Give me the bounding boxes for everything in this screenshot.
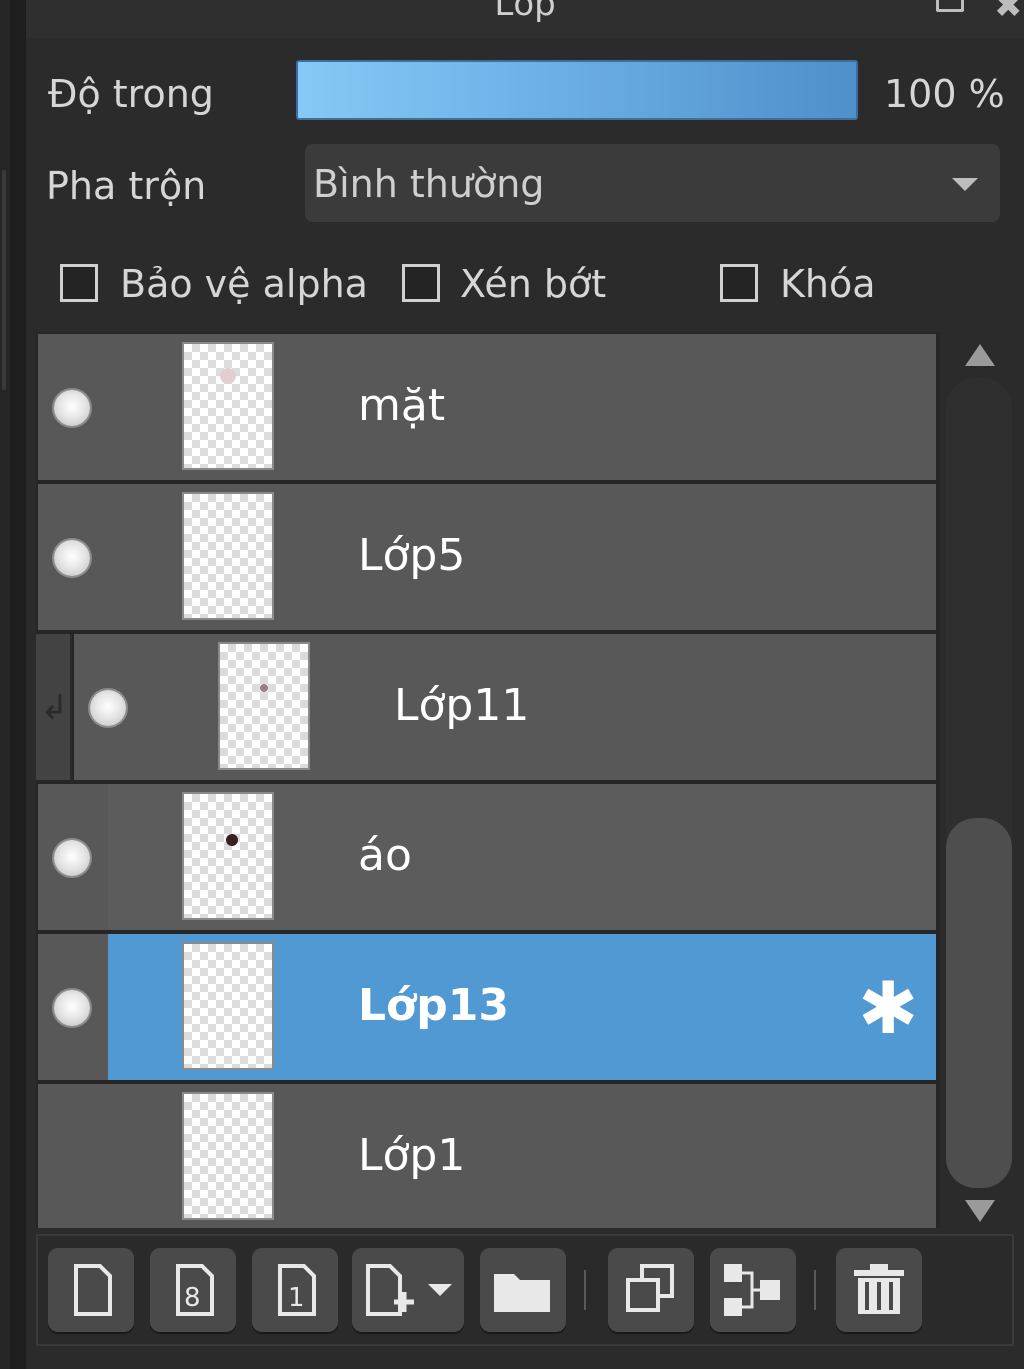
toolbar-separator [584,1270,586,1310]
svg-text:8: 8 [184,1283,201,1313]
layer-name: Lớp11 [394,680,530,731]
new-8bit-layer-icon: 8 [176,1264,214,1316]
lock-label: Khóa [780,262,876,306]
add-layer-dropdown-button[interactable] [352,1248,464,1332]
opacity-slider[interactable] [296,60,858,120]
visibility-toggle[interactable] [90,690,126,726]
new-layer-icon [74,1264,112,1316]
add-layer-dropdown-icon [366,1264,452,1316]
new-1bit-layer-button[interactable]: 1 [252,1248,338,1332]
merge-down-icon [724,1264,780,1316]
clipping-checkbox[interactable] [402,264,440,302]
gear-icon[interactable]: ✱ [858,972,918,1044]
new-layer-button[interactable] [48,1248,134,1332]
layer-row-selected[interactable]: Lớp13 ✱ [38,934,936,1080]
layer-row[interactable]: ↲ Lớp11 [36,634,936,780]
duplicate-layer-button[interactable] [608,1248,694,1332]
layer-list: mặt Lớp5 ↲ Lớp11 áo Lớp13 ✱ Lớp1 [36,332,940,1228]
layer-name: Lớp13 [358,980,509,1031]
delete-layer-button[interactable] [836,1248,922,1332]
opacity-label: Độ trong [48,72,214,116]
visibility-toggle[interactable] [54,540,90,576]
clip-indicator: ↲ [36,634,72,780]
layer-row[interactable]: áo [38,784,936,930]
chevron-down-icon [952,178,978,191]
folder-icon [494,1274,550,1312]
duplicate-layer-icon [626,1264,674,1312]
float-icon[interactable] [936,0,964,12]
layer-name: áo [358,830,412,881]
panel-title: Lớp [494,0,556,24]
scroll-down-icon[interactable] [965,1200,995,1222]
blend-label: Pha trộn [46,164,207,208]
close-icon[interactable]: ✖ [994,0,1023,26]
layer-name: Lớp1 [358,1130,466,1181]
toolbar-separator [814,1270,816,1310]
panel-titlebar: Lớp ✖ [26,0,1024,39]
protect-alpha-checkbox[interactable] [60,264,98,302]
outer-scrollbar[interactable] [2,170,6,390]
svg-text:1: 1 [288,1283,305,1313]
delete-icon [854,1264,904,1314]
new-8bit-layer-button[interactable]: 8 [150,1248,236,1332]
layer-name: mặt [358,380,446,431]
new-folder-button[interactable] [480,1248,566,1332]
layer-thumbnail [182,792,274,920]
layer-thumbnail [182,942,274,1070]
blend-mode-select[interactable]: Bình thường [305,144,1000,222]
merge-down-button[interactable] [710,1248,796,1332]
scroll-up-icon[interactable] [965,344,995,366]
visibility-toggle[interactable] [54,840,90,876]
clipping-label: Xén bớt [460,262,607,306]
layer-row[interactable]: mặt [38,334,936,480]
clip-arrow-icon: ↲ [40,688,69,728]
layer-name: Lớp5 [358,530,466,581]
opacity-value: 100 % [884,72,1005,116]
layer-thumbnail [182,1092,274,1220]
blend-mode-value: Bình thường [313,162,545,206]
layer-thumbnail [182,492,274,620]
visibility-toggle[interactable] [54,990,90,1026]
window-frame-left [0,0,10,1369]
lock-checkbox[interactable] [720,264,758,302]
layer-row-body: Lớp11 [74,634,936,780]
new-1bit-layer-icon: 1 [278,1264,316,1316]
layer-row[interactable]: Lớp1 [38,1084,936,1228]
layer-thumbnail [218,642,310,770]
layer-list-scrollbar[interactable] [944,338,1014,1228]
protect-alpha-label: Bảo vệ alpha [120,262,368,306]
visibility-toggle[interactable] [54,390,90,426]
layer-row[interactable]: Lớp5 [38,484,936,630]
scroll-thumb[interactable] [946,818,1012,1188]
layer-thumbnail [182,342,274,470]
